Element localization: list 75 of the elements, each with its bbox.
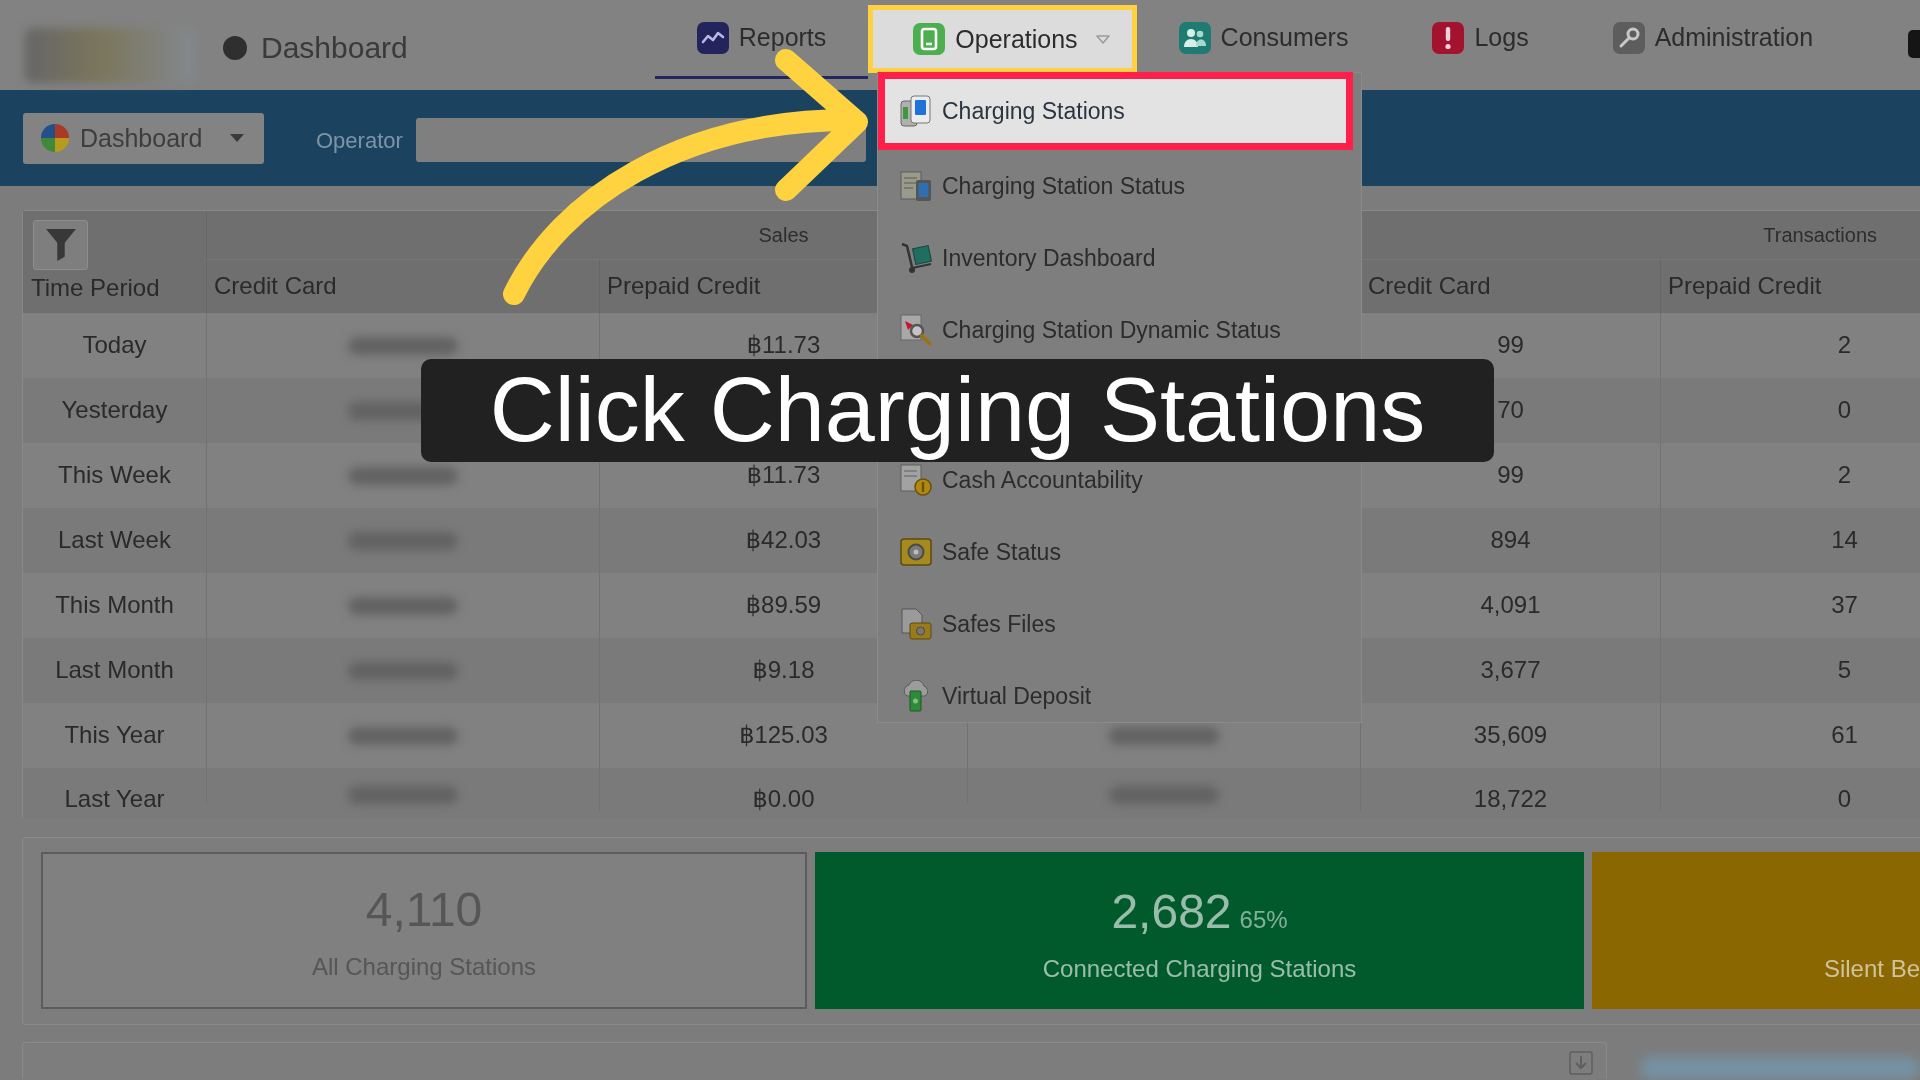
document-phone-icon xyxy=(900,170,932,202)
document-coin-icon xyxy=(900,464,932,496)
table-cell: Last Year xyxy=(64,786,165,813)
table-cell: This Week xyxy=(58,462,171,489)
table-cell: Last Month xyxy=(55,657,174,684)
table-cell: This Year xyxy=(64,722,165,749)
table-cell: ฿42.03 xyxy=(745,527,822,554)
table-cell: Last Week xyxy=(58,527,171,554)
column-header: Credit Card xyxy=(1368,273,1491,300)
caret-icon xyxy=(230,134,244,142)
stat-percent: 65% xyxy=(1239,906,1288,934)
column-header: Prepaid Credit xyxy=(607,273,761,300)
document-safe-icon xyxy=(900,608,932,640)
table-cell: Yesterday xyxy=(61,397,168,424)
line-chart-icon xyxy=(696,21,729,54)
pie-chart-icon xyxy=(40,123,70,153)
menu-item[interactable]: Charging Station Dynamic Status xyxy=(878,314,1361,346)
table-cell: This Month xyxy=(55,592,174,619)
table-cell: 61 xyxy=(1831,722,1858,749)
menu-item[interactable]: Charging Station Status xyxy=(878,170,1361,202)
dashboard-dropdown[interactable]: Dashboard xyxy=(23,112,264,164)
table-cell: 37 xyxy=(1831,592,1858,619)
column-header: Credit Card xyxy=(214,273,337,300)
filter-button[interactable] xyxy=(33,220,88,270)
column-group-header: Sales xyxy=(758,223,809,247)
menu-item[interactable]: Inventory Dashboard xyxy=(878,242,1361,274)
menu-item[interactable]: Safes Files xyxy=(878,608,1361,640)
table-cell: 18,722 xyxy=(1473,786,1548,813)
column-header: Time Period xyxy=(31,274,160,301)
nav-tab[interactable]: Logs xyxy=(1390,5,1571,79)
column-header: Prepaid Credit xyxy=(1668,273,1822,300)
stat-value: 2,682 xyxy=(1111,884,1232,940)
device-icon xyxy=(913,23,946,55)
instruction-caption: Click Charging Stations xyxy=(421,359,1494,462)
table-cell: ฿11.73 xyxy=(746,462,821,489)
menu-item[interactable]: Safe Status xyxy=(878,536,1361,568)
table-cell: 35,609 xyxy=(1473,722,1548,749)
table-cell: ฿125.03 xyxy=(739,722,828,749)
table-cell: 2 xyxy=(1837,462,1852,489)
hand-truck-icon xyxy=(900,242,932,274)
table-cell: 2 xyxy=(1837,332,1852,359)
safe-icon xyxy=(900,536,932,568)
nav-tab[interactable]: Administration xyxy=(1570,5,1856,79)
table-cell: 70 xyxy=(1497,397,1524,424)
table-cell: 99 xyxy=(1497,462,1524,489)
exclamation-icon xyxy=(1432,21,1465,54)
circle-icon xyxy=(223,36,247,60)
table-cell: 3,677 xyxy=(1480,657,1541,684)
phone-stack-icon xyxy=(900,95,932,127)
people-icon xyxy=(1178,21,1211,54)
table-cell: 5 xyxy=(1837,657,1852,684)
menu-item[interactable]: Cash Accountability xyxy=(878,464,1361,496)
column-group-header: Transactions xyxy=(1763,223,1877,247)
stat-label: Silent Be xyxy=(1823,954,1920,984)
nav-tab[interactable]: Reports xyxy=(654,5,869,79)
filter-icon xyxy=(45,229,76,261)
table-cell: 0 xyxy=(1837,786,1852,813)
table-cell: ฿0.00 xyxy=(752,786,815,813)
table-cell: ฿9.18 xyxy=(752,657,815,684)
key-icon xyxy=(1612,21,1645,54)
table-cell: 894 xyxy=(1490,527,1531,554)
table-cell: Today xyxy=(82,332,147,359)
document-magnifier-icon xyxy=(900,314,932,346)
table-cell: 14 xyxy=(1831,527,1858,554)
table-cell: 99 xyxy=(1497,332,1524,359)
menu-item[interactable]: Virtual Deposit xyxy=(878,680,1361,712)
operator-label: Operator xyxy=(316,128,403,154)
dashboard-link[interactable]: Dashboard xyxy=(223,0,408,90)
table-cell: 4,091 xyxy=(1480,592,1541,619)
table-cell: ฿89.59 xyxy=(745,592,822,619)
table-cell: 0 xyxy=(1837,397,1852,424)
table-cell: ฿11.73 xyxy=(746,332,821,359)
stat-label: Connected Charging Stations xyxy=(1042,954,1357,984)
nav-tab[interactable]: Operations xyxy=(868,5,1137,73)
menu-item[interactable]: Charging Stations xyxy=(878,72,1353,150)
